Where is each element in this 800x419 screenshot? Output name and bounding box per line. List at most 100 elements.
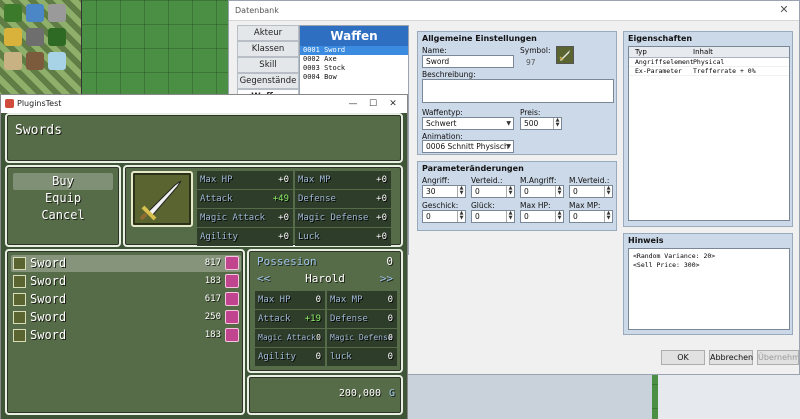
animation-select[interactable]: 0006 Schnitt Physisch ▼ [422, 140, 514, 153]
sword-icon [559, 50, 570, 61]
actor-stat: Max HP 0 [255, 291, 325, 309]
spin-arrows-icon[interactable]: ▲ ▼ [506, 211, 514, 222]
param-value: 0 [475, 212, 480, 221]
maximize-icon[interactable]: ☐ [363, 96, 383, 113]
minimize-icon[interactable]: — [343, 96, 363, 113]
compare-stat: Attack +49 [197, 190, 293, 208]
tile-rock[interactable] [26, 28, 44, 46]
description-field[interactable] [422, 79, 614, 103]
spin-arrows-icon[interactable]: ▲ ▼ [604, 186, 612, 197]
stat-value: +19 [304, 314, 321, 324]
tab-actor[interactable]: Akteur [237, 25, 299, 41]
item-name: Sword [30, 274, 67, 288]
note-textarea[interactable]: <Random Variance: 20> <Sell Price: 300> [628, 248, 790, 330]
general-settings-title: Allgemeine Einstellungen [422, 34, 537, 43]
icon-label: Symbol: [520, 46, 551, 55]
gold-amount: 200,000 [338, 388, 381, 399]
stat-name: Max HP [200, 175, 233, 185]
bag-icon [225, 292, 239, 306]
item-name: Sword [30, 292, 67, 306]
tab-items[interactable]: Gegenstände [237, 73, 299, 89]
stat-value: 0 [387, 314, 393, 324]
tab-skill[interactable]: Skill [237, 57, 299, 73]
list-item[interactable]: Sword 183 [11, 327, 241, 344]
tile-flower[interactable] [4, 28, 22, 46]
param-field[interactable]: 0 ▲ ▼ [520, 185, 564, 198]
buy-command[interactable]: Buy [13, 173, 113, 190]
stat-name: Max HP [258, 295, 291, 305]
close-icon[interactable]: ✕ [383, 96, 403, 113]
cancel-button[interactable]: Abbrechen [709, 350, 753, 365]
stat-value: +0 [376, 175, 387, 185]
spin-arrows-icon[interactable]: ▲ ▼ [553, 118, 561, 129]
name-field[interactable]: Sword [422, 55, 514, 68]
item-quantity: 183 [204, 276, 221, 286]
spin-arrows-icon[interactable]: ▲ ▼ [506, 186, 514, 197]
equip-command[interactable]: Equip [13, 190, 113, 207]
stat-name: Magic Attack [258, 333, 316, 342]
param-value: 0 [573, 187, 578, 196]
item-name: Sword [30, 256, 67, 270]
stat-name: Magic Defense [330, 333, 393, 342]
stat-name: Agility [200, 232, 238, 242]
note-title: Hinweis [628, 236, 664, 245]
spin-arrows-icon[interactable]: ▲ ▼ [604, 211, 612, 222]
tile-bush[interactable] [48, 28, 66, 46]
item-quantity: 817 [204, 258, 221, 268]
weapon-list-item[interactable]: 0002 Axe [300, 55, 408, 64]
param-label: Geschick: [422, 201, 459, 210]
param-value: 0 [524, 212, 529, 221]
spin-arrows-icon[interactable]: ▲ ▼ [555, 186, 563, 197]
list-item[interactable]: Sword 183 [11, 273, 241, 290]
traits-table[interactable]: Typ Inhalt Angriffselement Physical Ex-P… [628, 46, 790, 221]
stat-name: Attack [258, 314, 291, 324]
item-quantity: 183 [204, 330, 221, 340]
tile-tree[interactable] [4, 4, 22, 22]
param-field[interactable]: 0 ▲ ▼ [422, 210, 466, 223]
game-titlebar: PluginsTest — ☐ ✕ [1, 95, 407, 113]
list-item[interactable]: Sword 817 [11, 255, 241, 272]
stat-value: +0 [376, 232, 387, 242]
compare-window: Max HP +0 Max MP +0 Attack +49 Defense +0 Ma… [123, 165, 403, 247]
bag-icon [225, 256, 239, 270]
tab-classes[interactable]: Klassen [237, 41, 299, 57]
weapon-icon-picker[interactable] [556, 46, 574, 64]
price-stepper[interactable]: 500 ▲ ▼ [520, 117, 562, 130]
stat-name: Attack [200, 194, 233, 204]
param-field[interactable]: 0 ▲ ▼ [569, 185, 613, 198]
spin-arrows-icon[interactable]: ▲ ▼ [457, 186, 465, 197]
traits-col-content: Inhalt [693, 48, 713, 56]
tile-water[interactable] [26, 4, 44, 22]
weapon-list-item[interactable]: 0001 Sword [300, 46, 408, 55]
game-window-title: PluginsTest [17, 99, 62, 108]
tile-ice[interactable] [48, 52, 66, 70]
list-item[interactable]: Sword 617 [11, 291, 241, 308]
tile-palette[interactable] [0, 0, 82, 100]
weapon-list-item[interactable]: 0003 Stock [300, 64, 408, 73]
stat-name: Defense [330, 314, 368, 324]
param-field[interactable]: 0 ▲ ▼ [569, 210, 613, 223]
weapon-type-select[interactable]: Schwert ▼ [422, 117, 514, 130]
spin-arrows-icon[interactable]: ▲ ▼ [555, 211, 563, 222]
close-icon[interactable]: ✕ [777, 3, 791, 17]
list-item[interactable]: Sword 250 [11, 309, 241, 326]
tile-stone[interactable] [48, 4, 66, 22]
tile-sand[interactable] [4, 52, 22, 70]
parameter-changes-title: Parameteränderungen [422, 164, 524, 173]
table-row[interactable]: Angriffselement Physical [629, 58, 789, 67]
ok-button[interactable]: OK [661, 350, 705, 365]
tile-wall[interactable] [26, 52, 44, 70]
stat-value: +49 [272, 194, 289, 204]
param-field[interactable]: 30 ▲ ▼ [422, 185, 466, 198]
param-field[interactable]: 0 ▲ ▼ [520, 210, 564, 223]
param-field[interactable]: 0 ▲ ▼ [471, 185, 515, 198]
table-row[interactable]: Ex-Parameter Trefferrate + 0% [629, 67, 789, 76]
stat-value: 0 [387, 352, 393, 362]
spin-arrows-icon[interactable]: ▲ ▼ [457, 211, 465, 222]
param-field[interactable]: 0 ▲ ▼ [471, 210, 515, 223]
actor-next-arrow[interactable]: >> [380, 272, 393, 285]
weapon-list-item[interactable]: 0004 Bow [300, 73, 408, 82]
apply-button[interactable]: Übernehmen [757, 350, 799, 365]
item-name: Sword [30, 328, 67, 342]
cancel-command[interactable]: Cancel [13, 207, 113, 224]
